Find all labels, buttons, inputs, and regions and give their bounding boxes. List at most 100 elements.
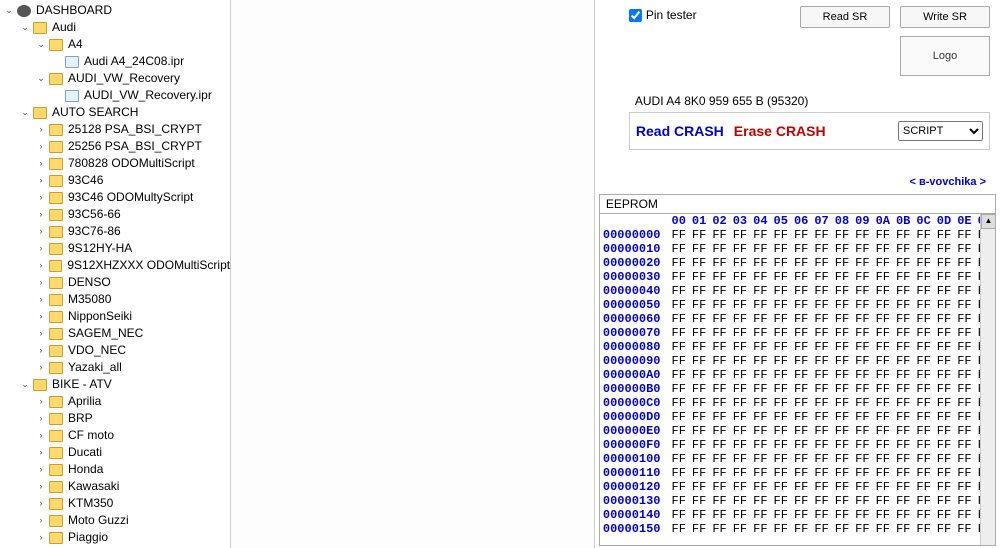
tree-item[interactable]: ›Kawasaki	[0, 478, 230, 495]
expand-icon[interactable]: ›	[36, 325, 46, 342]
hex-byte[interactable]: FF	[709, 480, 729, 494]
hex-byte[interactable]: FF	[689, 452, 709, 466]
hex-byte[interactable]: FF	[934, 326, 954, 340]
hex-byte[interactable]: FF	[954, 312, 974, 326]
hex-byte[interactable]: FF	[730, 424, 750, 438]
hex-byte[interactable]: FF	[811, 284, 831, 298]
hex-byte[interactable]: FF	[954, 382, 974, 396]
hex-byte[interactable]: FF	[689, 494, 709, 508]
hex-byte[interactable]: FF	[811, 326, 831, 340]
hex-byte[interactable]: FF	[934, 284, 954, 298]
expand-icon[interactable]: ›	[36, 444, 46, 461]
hex-byte[interactable]: FF	[934, 368, 954, 382]
hex-byte[interactable]: FF	[852, 424, 872, 438]
hex-byte[interactable]: FF	[750, 228, 770, 242]
hex-byte[interactable]: FF	[709, 494, 729, 508]
hex-byte[interactable]: FF	[893, 340, 913, 354]
hex-byte[interactable]: FF	[873, 298, 893, 312]
hex-byte[interactable]: FF	[893, 410, 913, 424]
hex-byte[interactable]: FF	[811, 228, 831, 242]
hex-byte[interactable]: FF	[791, 410, 811, 424]
expand-icon[interactable]: ›	[36, 240, 46, 257]
hex-byte[interactable]: FF	[954, 256, 974, 270]
hex-byte[interactable]: FF	[791, 508, 811, 522]
hex-byte[interactable]: FF	[934, 452, 954, 466]
hex-byte[interactable]: FF	[873, 494, 893, 508]
hex-byte[interactable]: FF	[730, 452, 750, 466]
hex-byte[interactable]: FF	[709, 298, 729, 312]
hex-byte[interactable]: FF	[730, 340, 750, 354]
expand-icon[interactable]: ›	[36, 410, 46, 427]
hex-byte[interactable]: FF	[852, 382, 872, 396]
hex-byte[interactable]: FF	[771, 340, 791, 354]
hex-byte[interactable]: FF	[873, 508, 893, 522]
hex-byte[interactable]: FF	[832, 326, 852, 340]
hex-scrollbar[interactable]: ▲	[980, 214, 995, 545]
hex-byte[interactable]: FF	[791, 228, 811, 242]
tree-item[interactable]: ›Honda	[0, 461, 230, 478]
hex-byte[interactable]: FF	[934, 424, 954, 438]
hex-byte[interactable]: FF	[709, 382, 729, 396]
hex-byte[interactable]: FF	[811, 522, 831, 536]
tree-panel[interactable]: ⌄DASHBOARD⌄Audi⌄A4Audi A4_24C08.ipr⌄AUDI…	[0, 0, 231, 548]
hex-byte[interactable]: FF	[791, 284, 811, 298]
hex-byte[interactable]: FF	[893, 522, 913, 536]
hex-byte[interactable]: FF	[791, 340, 811, 354]
tree-item[interactable]: ⌄A4	[0, 36, 230, 53]
expand-icon[interactable]: ⌄	[20, 376, 30, 393]
hex-byte[interactable]: FF	[934, 508, 954, 522]
hex-byte[interactable]: FF	[811, 508, 831, 522]
hex-byte[interactable]: FF	[709, 368, 729, 382]
hex-byte[interactable]: FF	[893, 270, 913, 284]
hex-byte[interactable]: FF	[893, 382, 913, 396]
hex-byte[interactable]: FF	[771, 298, 791, 312]
hex-byte[interactable]: FF	[669, 508, 689, 522]
hex-byte[interactable]: FF	[709, 326, 729, 340]
tree-item[interactable]: ›25128 PSA_BSI_CRYPT	[0, 121, 230, 138]
expand-icon[interactable]: ›	[36, 274, 46, 291]
hex-byte[interactable]: FF	[954, 438, 974, 452]
hex-byte[interactable]: FF	[669, 424, 689, 438]
hex-byte[interactable]: FF	[771, 242, 791, 256]
hex-byte[interactable]: FF	[893, 508, 913, 522]
hex-byte[interactable]: FF	[893, 368, 913, 382]
expand-icon[interactable]: ›	[36, 138, 46, 155]
tree-item[interactable]: ›9S12XHZXXX ODOMultiScript	[0, 257, 230, 274]
hex-byte[interactable]: FF	[730, 256, 750, 270]
hex-byte[interactable]: FF	[689, 298, 709, 312]
expand-icon[interactable]: ›	[36, 461, 46, 478]
hex-byte[interactable]: FF	[873, 382, 893, 396]
hex-byte[interactable]: FF	[689, 424, 709, 438]
hex-byte[interactable]: FF	[811, 466, 831, 480]
hex-byte[interactable]: FF	[730, 480, 750, 494]
hex-byte[interactable]: FF	[873, 452, 893, 466]
hex-byte[interactable]: FF	[954, 396, 974, 410]
tree-item[interactable]: AUDI_VW_Recovery.ipr	[0, 87, 230, 104]
hex-byte[interactable]: FF	[771, 368, 791, 382]
hex-byte[interactable]: FF	[709, 270, 729, 284]
hex-byte[interactable]: FF	[832, 494, 852, 508]
hex-byte[interactable]: FF	[750, 354, 770, 368]
pin-tester-checkbox[interactable]: Pin tester	[629, 8, 697, 22]
hex-byte[interactable]: FF	[934, 228, 954, 242]
read-sr-button[interactable]: Read SR	[800, 6, 890, 28]
hex-byte[interactable]: FF	[913, 340, 933, 354]
hex-byte[interactable]: FF	[893, 396, 913, 410]
hex-byte[interactable]: FF	[689, 256, 709, 270]
hex-byte[interactable]: FF	[689, 522, 709, 536]
hex-byte[interactable]: FF	[811, 298, 831, 312]
hex-byte[interactable]: FF	[852, 480, 872, 494]
hex-byte[interactable]: FF	[954, 508, 974, 522]
hex-byte[interactable]: FF	[750, 312, 770, 326]
hex-byte[interactable]: FF	[913, 452, 933, 466]
hex-byte[interactable]: FF	[750, 256, 770, 270]
hex-byte[interactable]: FF	[811, 438, 831, 452]
hex-byte[interactable]: FF	[709, 438, 729, 452]
hex-byte[interactable]: FF	[791, 452, 811, 466]
hex-byte[interactable]: FF	[954, 298, 974, 312]
hex-byte[interactable]: FF	[669, 396, 689, 410]
hex-byte[interactable]: FF	[852, 452, 872, 466]
hex-byte[interactable]: FF	[689, 480, 709, 494]
hex-byte[interactable]: FF	[669, 270, 689, 284]
hex-byte[interactable]: FF	[832, 256, 852, 270]
